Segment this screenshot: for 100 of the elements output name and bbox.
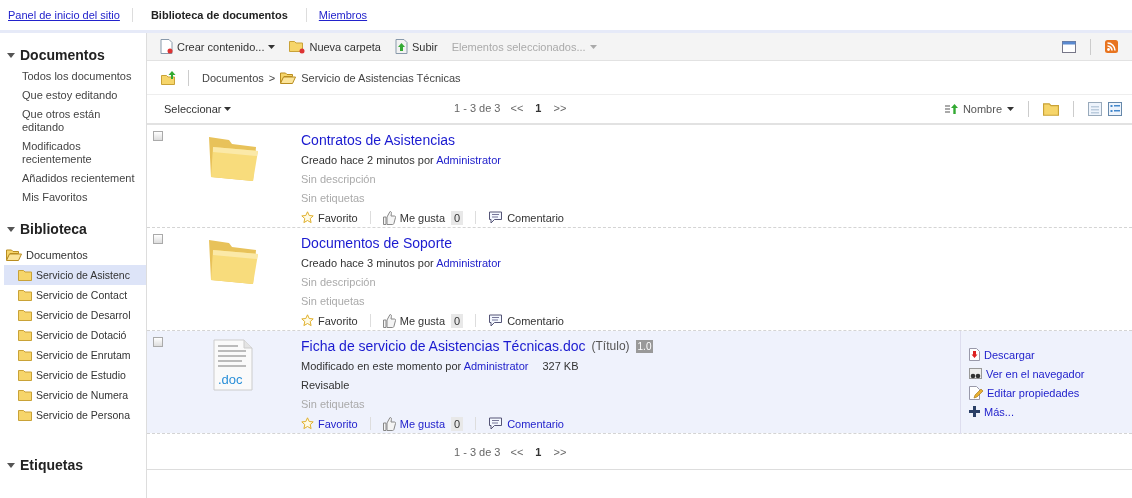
toolbar-button[interactable]: Nueva carpeta bbox=[289, 39, 381, 54]
breadcrumb-link[interactable]: Servicio de Asistencias Técnicas bbox=[301, 71, 461, 84]
next-page-link[interactable]: >> bbox=[553, 102, 567, 114]
sidebar-link[interactable]: Modificados recientemente bbox=[22, 137, 137, 169]
folder-icon bbox=[18, 289, 32, 301]
comment-link[interactable]: Comentario bbox=[488, 211, 564, 224]
parent-folder-icon[interactable] bbox=[161, 70, 177, 85]
comment-icon bbox=[488, 314, 504, 327]
plus-icon bbox=[969, 406, 980, 417]
tree-item[interactable]: Servicio de Numera bbox=[4, 385, 146, 405]
modified-info: Creado hace 3 minutos por Administrator bbox=[301, 256, 501, 269]
favorite-link[interactable]: Favorito bbox=[301, 314, 358, 327]
row-checkbox[interactable] bbox=[153, 234, 163, 244]
like-count: 0 bbox=[451, 210, 464, 225]
like-link[interactable]: Me gusta bbox=[382, 416, 445, 431]
simple-view-icon[interactable] bbox=[1088, 102, 1102, 116]
sidebar-link[interactable]: Añadidos recientement bbox=[22, 169, 137, 188]
favorite-link[interactable]: Favorito bbox=[301, 211, 358, 224]
sidebar-link[interactable]: Que otros están editando bbox=[22, 105, 137, 137]
download-icon bbox=[969, 348, 980, 361]
folder-icon bbox=[18, 269, 32, 281]
tags-text: Sin etiquetas bbox=[301, 191, 365, 204]
document-page-icon bbox=[213, 339, 253, 391]
title-note: (Título) bbox=[591, 339, 630, 353]
caret-icon bbox=[1007, 107, 1014, 111]
action-link[interactable]: Ver en el navegador bbox=[969, 364, 1132, 383]
new-document-icon bbox=[160, 39, 173, 54]
upload-icon bbox=[395, 39, 408, 54]
tree-item[interactable]: Servicio de Asistenc bbox=[4, 265, 146, 285]
star-icon bbox=[301, 314, 314, 327]
tree-item[interactable]: Servicio de Dotació bbox=[4, 325, 146, 345]
description-text: Sin descripción bbox=[301, 172, 376, 185]
action-link[interactable]: Más... bbox=[969, 402, 1132, 421]
like-link[interactable]: Me gusta bbox=[382, 210, 445, 225]
item-title-link[interactable]: Ficha de servicio de Asistencias Técnicas.doc bbox=[301, 338, 586, 354]
tree-item[interactable]: Servicio de Estudio bbox=[4, 365, 146, 385]
favorite-link[interactable]: Favorito bbox=[301, 417, 358, 430]
sort-ascending-icon[interactable] bbox=[944, 104, 958, 114]
open-folder-icon bbox=[6, 249, 22, 261]
nav-tab[interactable]: Panel de inicio del sitio bbox=[8, 8, 132, 22]
select-menu[interactable]: Seleccionar bbox=[164, 103, 232, 115]
detailed-view-icon[interactable] bbox=[1108, 102, 1122, 116]
row-checkbox[interactable] bbox=[153, 131, 163, 141]
section-heading: Documentos bbox=[20, 47, 105, 63]
modified-info: Modificado en este momento por Administrator bbox=[301, 359, 529, 372]
next-page-link[interactable]: >> bbox=[553, 446, 567, 458]
tree-item[interactable]: Servicio de Desarrol bbox=[4, 305, 146, 325]
comment-icon bbox=[488, 417, 504, 430]
row-checkbox[interactable] bbox=[153, 337, 163, 347]
window-icon[interactable] bbox=[1062, 40, 1076, 53]
sidebar-link[interactable]: Mis Favoritos bbox=[22, 188, 137, 207]
toolbar-button[interactable]: Crear contenido... bbox=[160, 39, 276, 54]
nav-tab[interactable]: Miembros bbox=[305, 8, 380, 22]
sidebar-link[interactable]: Todos los documentos bbox=[22, 67, 137, 86]
nav-tab[interactable]: Biblioteca de documentos bbox=[131, 8, 306, 22]
comment-icon bbox=[488, 211, 504, 224]
like-count: 0 bbox=[451, 313, 464, 328]
folder-icon bbox=[18, 309, 32, 321]
page-range: 1 - 3 de 3 bbox=[454, 102, 501, 114]
sort-menu[interactable]: Nombre bbox=[944, 103, 1014, 115]
previous-page-link[interactable]: << bbox=[510, 102, 524, 114]
tree-item[interactable]: Servicio de Enrutam bbox=[4, 345, 146, 365]
star-icon bbox=[301, 211, 314, 224]
like-link[interactable]: Me gusta bbox=[382, 313, 445, 328]
folder-icon bbox=[1043, 102, 1059, 116]
item-title-link[interactable]: Documentos de Soporte bbox=[301, 235, 452, 251]
file-size: 327 KB bbox=[542, 359, 579, 372]
new-folder-icon bbox=[289, 39, 306, 54]
tree-item[interactable]: Documentos bbox=[0, 245, 146, 265]
author-link[interactable]: Administrator bbox=[463, 359, 529, 372]
folder-icon bbox=[18, 409, 32, 421]
tree-item[interactable]: Servicio de Contact bbox=[4, 285, 146, 305]
modified-info: Creado hace 2 minutos por Administrator bbox=[301, 153, 501, 166]
description-text: Revisable bbox=[301, 378, 350, 391]
description-text: Sin descripción bbox=[301, 275, 376, 288]
sidebar-link[interactable]: Que estoy editando bbox=[22, 86, 137, 105]
collapse-arrow-icon[interactable] bbox=[7, 52, 15, 58]
caret-icon bbox=[224, 107, 232, 111]
rss-icon[interactable] bbox=[1105, 40, 1118, 53]
collapse-arrow-icon[interactable] bbox=[7, 462, 15, 468]
author-link[interactable]: Administrator bbox=[436, 256, 501, 269]
tree-item[interactable]: Servicio de Persona bbox=[4, 405, 146, 425]
tags-text: Sin etiquetas bbox=[301, 397, 365, 410]
action-link[interactable]: Editar propiedades bbox=[969, 383, 1132, 402]
version-badge: 1.0 bbox=[635, 339, 654, 353]
toolbar-button[interactable]: Subir bbox=[395, 39, 438, 54]
breadcrumb-separator: > bbox=[268, 71, 276, 84]
previous-page-link[interactable]: << bbox=[510, 446, 524, 458]
action-link[interactable]: Descargar bbox=[969, 345, 1132, 364]
breadcrumb-link[interactable]: Documentos bbox=[202, 71, 264, 84]
folder-icon bbox=[18, 389, 32, 401]
item-title-link[interactable]: Contratos de Asistencias bbox=[301, 132, 456, 148]
file-type-label: .doc bbox=[218, 372, 243, 387]
comment-link[interactable]: Comentario bbox=[488, 417, 564, 430]
comment-link[interactable]: Comentario bbox=[488, 314, 564, 327]
open-folder-icon bbox=[280, 71, 297, 84]
collapse-arrow-icon[interactable] bbox=[7, 226, 15, 232]
author-link[interactable]: Administrator bbox=[436, 153, 501, 166]
binoculars-icon bbox=[969, 367, 982, 380]
section-heading: Biblioteca bbox=[20, 221, 87, 237]
